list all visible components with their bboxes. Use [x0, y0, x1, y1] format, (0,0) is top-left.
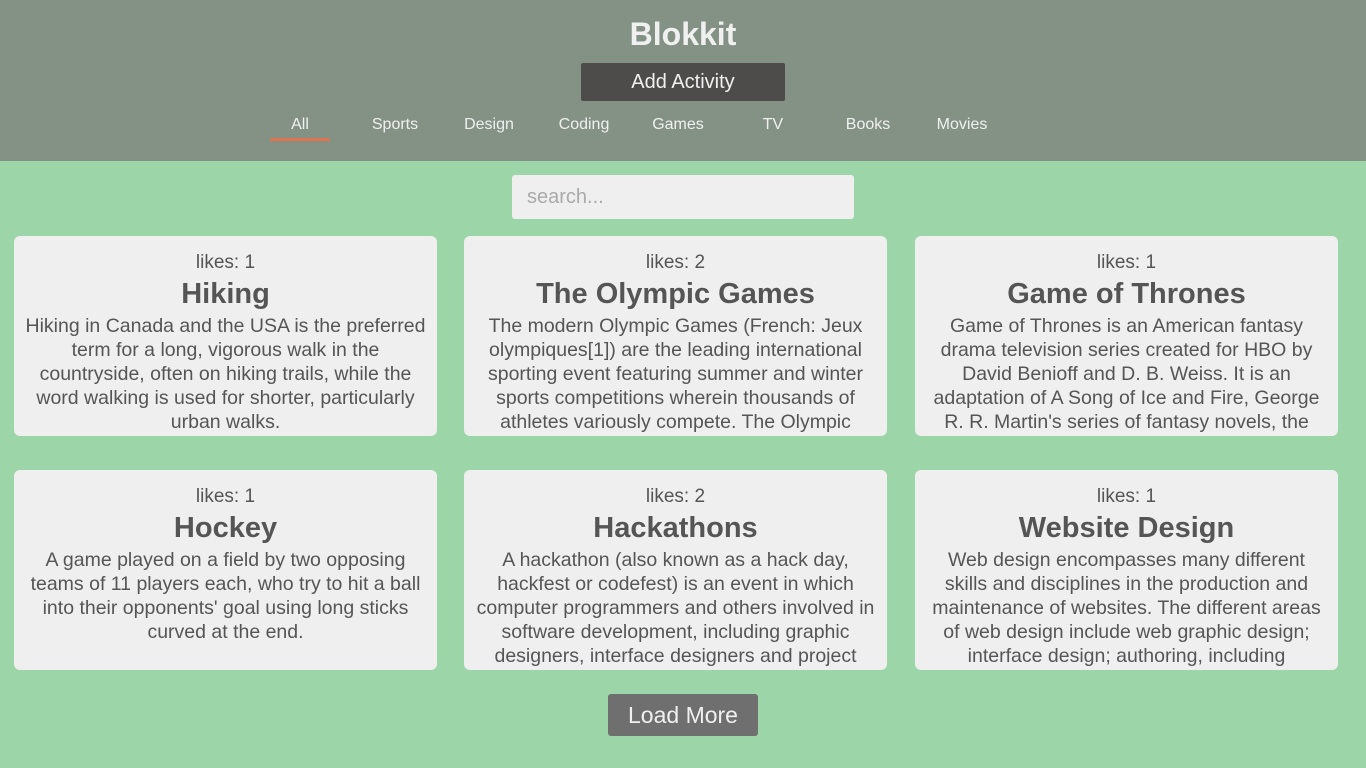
app-title: Blokkit — [629, 16, 737, 52]
activity-card-game-of-thrones[interactable]: likes: 1 Game of Thrones Game of Thrones… — [915, 236, 1338, 436]
card-description: A hackathon (also known as a hack day, h… — [476, 549, 875, 667]
activity-card-olympic-games[interactable]: likes: 2 The Olympic Games The modern Ol… — [464, 236, 887, 436]
activity-card-website-design[interactable]: likes: 1 Website Design Web design encom… — [915, 470, 1338, 670]
card-description: Game of Thrones is an American fantasy d… — [933, 315, 1320, 433]
tab-coding[interactable]: Coding — [539, 113, 629, 141]
card-likes: likes: 1 — [1096, 252, 1157, 273]
card-description: Hiking in Canada and the USA is the pref… — [25, 315, 426, 433]
search-input[interactable] — [512, 175, 854, 219]
tab-sports[interactable]: Sports — [350, 113, 440, 141]
card-likes: likes: 2 — [645, 252, 706, 273]
card-description: Web design encompasses many different sk… — [932, 549, 1321, 667]
activity-card-hackathons[interactable]: likes: 2 Hackathons A hackathon (also kn… — [464, 470, 887, 670]
activity-card-hiking[interactable]: likes: 1 Hiking Hiking in Canada and the… — [14, 236, 437, 436]
card-likes: likes: 2 — [645, 486, 706, 507]
card-title: Game of Thrones — [1007, 278, 1246, 310]
header: Blokkit Add Activity All Sports Design C… — [0, 0, 1366, 161]
tab-books[interactable]: Books — [823, 113, 913, 141]
tab-games[interactable]: Games — [633, 113, 723, 141]
load-more-button[interactable]: Load More — [608, 694, 758, 736]
card-title: The Olympic Games — [536, 278, 815, 310]
activity-card-hockey[interactable]: likes: 1 Hockey A game played on a field… — [14, 470, 437, 670]
card-likes: likes: 1 — [1096, 486, 1157, 507]
card-likes: likes: 1 — [195, 252, 256, 273]
card-title: Hiking — [181, 278, 270, 310]
card-title: Hockey — [173, 512, 278, 544]
card-description: The modern Olympic Games (French: Jeux o… — [487, 315, 864, 433]
category-tabs: All Sports Design Coding Games TV Books … — [0, 113, 1366, 143]
tab-movies[interactable]: Movies — [917, 113, 1007, 141]
add-activity-button[interactable]: Add Activity — [581, 63, 785, 101]
tab-all[interactable]: All — [255, 113, 345, 141]
tab-design[interactable]: Design — [444, 113, 534, 141]
card-description: A game played on a field by two opposing… — [30, 549, 421, 643]
card-title: Hackathons — [593, 512, 758, 544]
tab-tv[interactable]: TV — [728, 113, 818, 141]
card-likes: likes: 1 — [195, 486, 256, 507]
card-title: Website Design — [1018, 512, 1235, 544]
